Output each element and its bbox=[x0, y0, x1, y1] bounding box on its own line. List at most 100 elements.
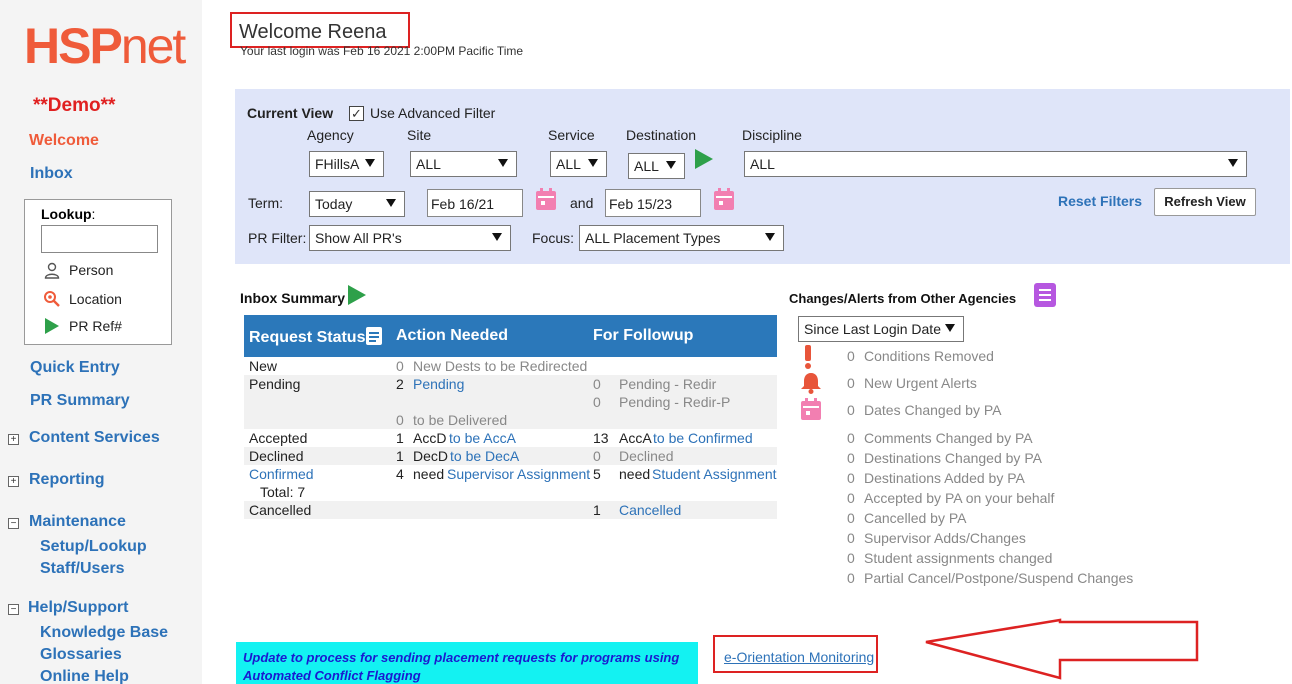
play-icon bbox=[43, 317, 61, 335]
supervisor-assignment-link[interactable]: Supervisor Assignment bbox=[447, 466, 590, 482]
pending-follow2-text: Pending - Redir-P bbox=[619, 394, 731, 410]
update-notice-link[interactable]: Update to process for sending placement … bbox=[243, 649, 693, 684]
lookup-person[interactable]: Person bbox=[43, 261, 113, 279]
demo-label: **Demo** bbox=[33, 95, 116, 116]
calendar-to-icon[interactable] bbox=[714, 188, 734, 210]
chevron-down-icon bbox=[498, 159, 508, 167]
hspnet-logo[interactable]: HSPnet bbox=[24, 18, 186, 74]
chevron-down-icon bbox=[365, 159, 375, 167]
service-select-value: ALL bbox=[556, 156, 581, 172]
destination-select[interactable]: ALL bbox=[628, 153, 685, 179]
new-action-text: New Dests to be Redirected bbox=[413, 358, 588, 374]
status-confirmed-link[interactable]: Confirmed bbox=[249, 466, 314, 482]
date-to-input[interactable]: Feb 15/23 bbox=[605, 189, 701, 217]
alert-label: Conditions Removed bbox=[864, 348, 994, 364]
lookup-label: Lookup: bbox=[41, 206, 96, 222]
service-label: Service bbox=[548, 127, 595, 143]
alert-count: 0 bbox=[847, 570, 855, 586]
chevron-down-icon bbox=[386, 199, 396, 207]
expand-reporting-icon[interactable]: + bbox=[8, 476, 19, 487]
pending-follow2-count: 0 bbox=[593, 394, 601, 410]
confirmed-action-count: 4 bbox=[396, 466, 404, 482]
expand-content-services-icon[interactable]: + bbox=[8, 434, 19, 445]
nav-reporting[interactable]: Reporting bbox=[29, 471, 105, 489]
site-select[interactable]: ALL bbox=[410, 151, 517, 177]
collapse-maintenance-icon[interactable]: − bbox=[8, 518, 19, 529]
changes-notebook-icon[interactable] bbox=[1034, 283, 1056, 310]
header-request-status: Request Status bbox=[249, 329, 366, 346]
alert-count: 0 bbox=[847, 550, 855, 566]
accepted-follow-prefix: AccA bbox=[619, 430, 652, 446]
since-select-value: Since Last Login Date bbox=[804, 321, 941, 337]
bell-icon bbox=[800, 372, 822, 397]
focus-select[interactable]: ALL Placement Types bbox=[579, 225, 784, 251]
alert-label: Comments Changed by PA bbox=[864, 430, 1033, 446]
lookup-input[interactable] bbox=[41, 225, 158, 253]
nav-maintenance[interactable]: Maintenance bbox=[29, 513, 126, 531]
nav-setup-lookup[interactable]: Setup/Lookup bbox=[40, 538, 147, 556]
header-action-needed: Action Needed bbox=[396, 327, 509, 344]
cancelled-follow-link[interactable]: Cancelled bbox=[619, 502, 681, 518]
declined-action-link[interactable]: to be DecA bbox=[450, 448, 519, 464]
focus-label: Focus: bbox=[532, 230, 575, 246]
alert-label: Student assignments changed bbox=[864, 550, 1053, 566]
lookup-pr-ref[interactable]: PR Ref# bbox=[43, 317, 122, 335]
nav-welcome[interactable]: Welcome bbox=[29, 132, 99, 150]
date-from-input[interactable]: Feb 16/21 bbox=[427, 189, 523, 217]
alert-label: Dates Changed by PA bbox=[864, 402, 1002, 418]
and-label: and bbox=[570, 195, 594, 211]
discipline-select[interactable]: ALL bbox=[744, 151, 1247, 177]
nav-inbox[interactable]: Inbox bbox=[30, 165, 73, 183]
nav-knowledge-base[interactable]: Knowledge Base bbox=[40, 624, 168, 642]
calendar-icon bbox=[801, 398, 821, 423]
chevron-down-icon bbox=[765, 233, 775, 241]
status-new: New bbox=[249, 358, 278, 374]
agency-select[interactable]: FHillsA bbox=[309, 151, 384, 177]
lookup-person-label: Person bbox=[69, 262, 114, 278]
declined-action-prefix: DecD bbox=[413, 448, 449, 464]
service-select[interactable]: ALL bbox=[550, 151, 607, 177]
advanced-filter-checkbox[interactable]: ✓ bbox=[349, 106, 364, 121]
calendar-from-icon[interactable] bbox=[536, 188, 556, 210]
lookup-location[interactable]: Location bbox=[43, 290, 122, 308]
pending-action-link[interactable]: Pending bbox=[413, 376, 464, 392]
student-assignment-link[interactable]: Student Assignment bbox=[652, 466, 777, 482]
nav-online-help[interactable]: Online Help bbox=[40, 668, 129, 684]
status-pending: Pending bbox=[249, 376, 301, 392]
nav-help-support[interactable]: Help/Support bbox=[28, 599, 128, 617]
collapse-help-support-icon[interactable]: − bbox=[8, 604, 19, 615]
alert-count: 0 bbox=[847, 375, 855, 391]
alert-label: Partial Cancel/Postpone/Suspend Changes bbox=[864, 570, 1134, 586]
pending-action2-text: to be Delivered bbox=[413, 412, 508, 428]
alert-label: Cancelled by PA bbox=[864, 510, 967, 526]
term-select[interactable]: Today bbox=[309, 191, 405, 217]
since-select[interactable]: Since Last Login Date bbox=[798, 316, 964, 342]
accepted-follow-link[interactable]: to be Confirmed bbox=[653, 430, 753, 446]
current-view-label: Current View bbox=[247, 105, 334, 121]
page-title: Welcome Reena bbox=[239, 21, 387, 43]
nav-quick-entry[interactable]: Quick Entry bbox=[30, 359, 120, 377]
confirmed-follow-count: 5 bbox=[593, 466, 601, 482]
lookup-location-label: Location bbox=[69, 291, 122, 307]
pr-filter-select[interactable]: Show All PR's bbox=[309, 225, 511, 251]
annotation-arrow-icon bbox=[925, 618, 1199, 680]
nav-glossaries[interactable]: Glossaries bbox=[40, 646, 122, 664]
accepted-action-link[interactable]: to be AccA bbox=[449, 430, 516, 446]
destination-select-value: ALL bbox=[634, 158, 659, 174]
new-action-count: 0 bbox=[396, 358, 404, 374]
apply-destination-play-icon[interactable] bbox=[695, 149, 713, 169]
reset-filters-link[interactable]: Reset Filters bbox=[1058, 193, 1142, 209]
alert-count: 0 bbox=[847, 430, 855, 446]
row-background bbox=[244, 501, 777, 519]
inbox-summary-play-icon[interactable] bbox=[348, 285, 366, 305]
chevron-down-icon bbox=[666, 161, 676, 169]
e-orientation-monitoring-link[interactable]: e-Orientation Monitoring bbox=[724, 649, 874, 665]
nav-staff-users[interactable]: Staff/Users bbox=[40, 560, 124, 578]
term-label: Term: bbox=[248, 195, 283, 211]
notes-icon[interactable] bbox=[366, 327, 382, 350]
status-declined: Declined bbox=[249, 448, 304, 464]
nav-pr-summary[interactable]: PR Summary bbox=[30, 392, 130, 410]
location-search-icon bbox=[43, 290, 61, 308]
nav-content-services[interactable]: Content Services bbox=[29, 429, 160, 447]
refresh-view-button[interactable]: Refresh View bbox=[1154, 188, 1256, 216]
